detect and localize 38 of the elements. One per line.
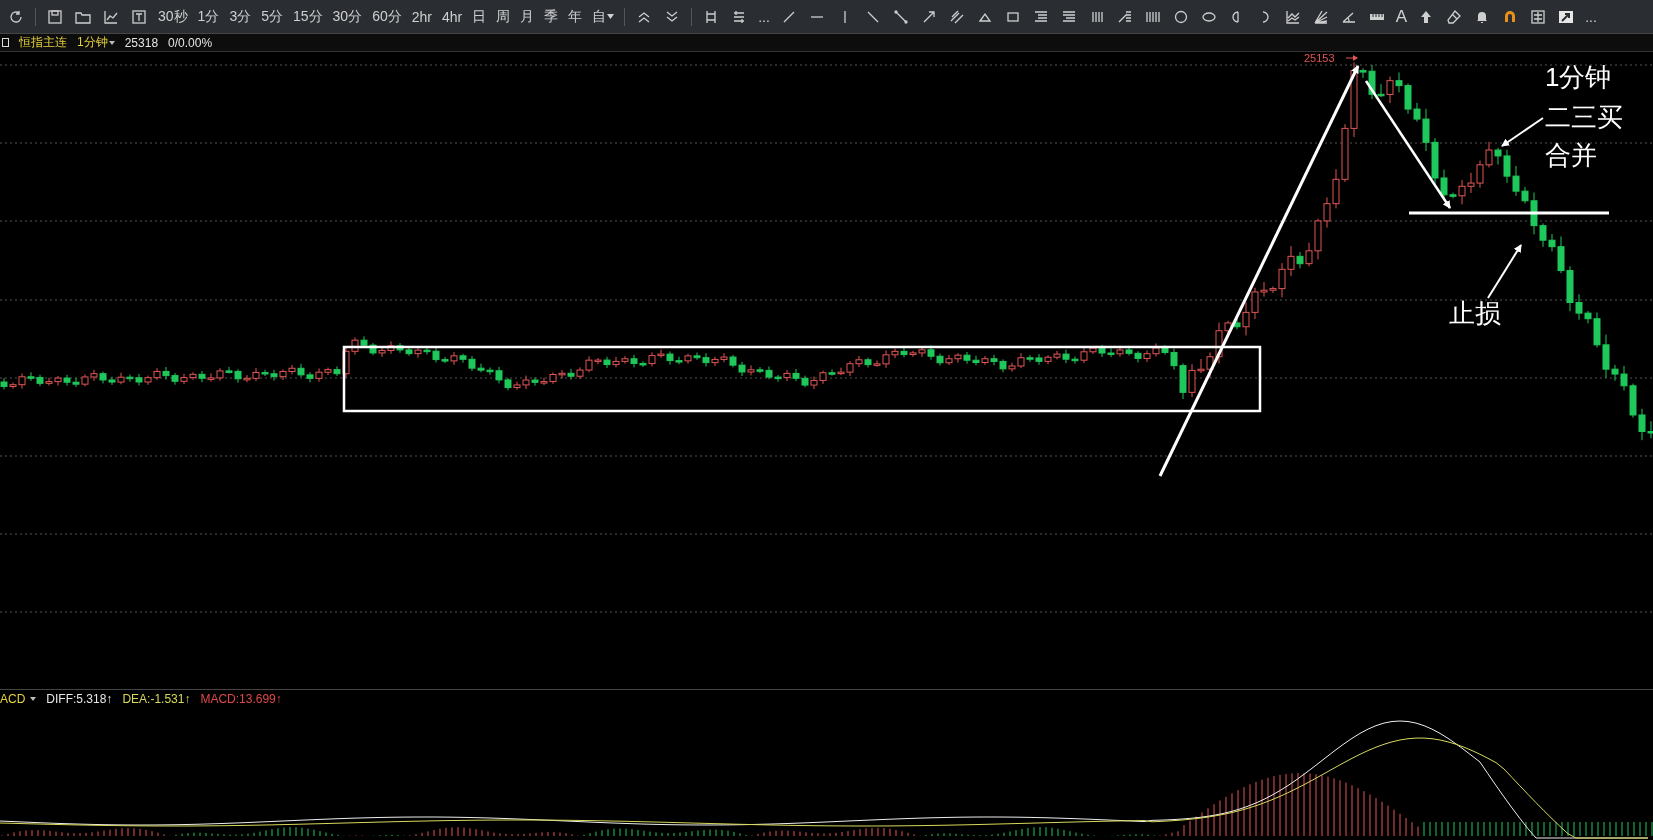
indicator-value: DIFF:5.318↑ — [46, 692, 113, 706]
annotation-text: 1分钟 — [1545, 64, 1612, 90]
caret-icon — [30, 697, 37, 701]
caret-icon — [607, 14, 615, 19]
overflow-button[interactable]: ... — [1582, 3, 1600, 30]
period-tab[interactable]: 1分 — [194, 3, 223, 30]
annotation-text: 二三买 — [1545, 104, 1623, 130]
custom-period-dropdown[interactable]: 自 — [589, 3, 618, 30]
indicator-dropdown[interactable]: ACD — [0, 691, 37, 707]
period-tab[interactable]: 周 — [493, 3, 514, 30]
price-change: 0/0.00% — [168, 35, 213, 50]
indicator-value: DEA:-1.531↑ — [122, 692, 191, 706]
period-tab[interactable]: 4hr — [438, 3, 466, 30]
indicator-value: MACD:13.699↑ — [200, 692, 282, 706]
annotation-text: 合并 — [1545, 142, 1597, 168]
text-tool-button[interactable]: A — [1392, 3, 1411, 30]
period-tab[interactable]: 60分 — [369, 3, 405, 30]
period-tab[interactable]: 年 — [565, 3, 586, 30]
pointer-arrow — [1501, 117, 1544, 147]
symbol-name: 恒指主连 — [19, 34, 67, 51]
annotation-text: 止损 — [1449, 300, 1501, 326]
period-tab[interactable]: 季 — [541, 3, 562, 30]
period-tab[interactable]: 3分 — [226, 3, 255, 30]
period-tab[interactable]: 30秒 — [155, 3, 191, 30]
caret-icon — [108, 40, 115, 45]
interval-dropdown[interactable]: 1分钟 — [77, 34, 115, 51]
period-tab[interactable]: 月 — [517, 3, 538, 30]
pointer-arrow — [1487, 244, 1522, 299]
peak-price-label: 25153 — [1304, 53, 1335, 64]
period-tab[interactable]: 日 — [469, 3, 490, 30]
period-tab[interactable]: 2hr — [408, 3, 435, 30]
period-tab[interactable]: 30分 — [329, 3, 366, 30]
price-pointer-arrow — [1345, 55, 1358, 61]
period-tab[interactable]: 5分 — [258, 3, 286, 30]
square-icon — [2, 38, 9, 47]
last-price: 25318 — [124, 35, 159, 50]
more-button[interactable]: ... — [755, 3, 773, 30]
period-tab[interactable]: 15分 — [289, 3, 326, 30]
